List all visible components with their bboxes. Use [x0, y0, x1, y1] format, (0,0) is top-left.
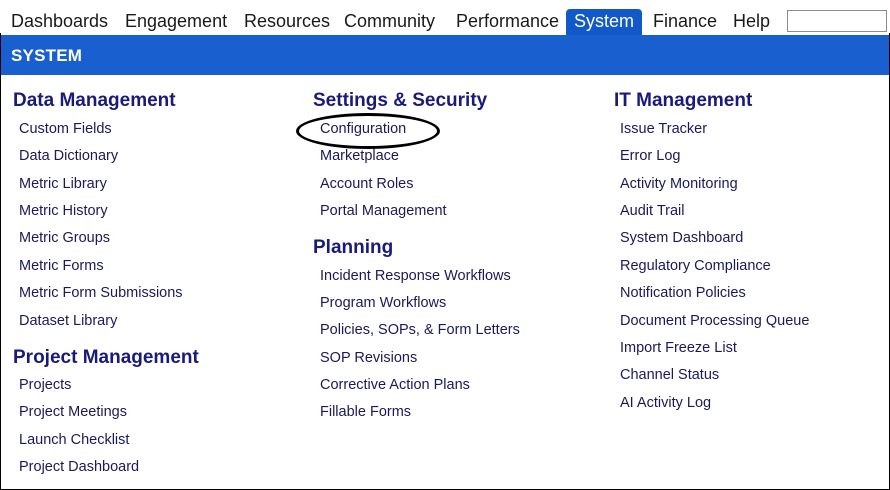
link-incident-response-workflows[interactable]: Incident Response Workflows — [320, 268, 511, 284]
heading-data-management: Data Management — [13, 90, 176, 111]
link-custom-fields[interactable]: Custom Fields — [19, 121, 112, 137]
link-issue-tracker[interactable]: Issue Tracker — [620, 121, 707, 137]
search-input[interactable] — [787, 10, 887, 32]
link-document-processing-queue[interactable]: Document Processing Queue — [620, 313, 809, 329]
link-fillable-forms[interactable]: Fillable Forms — [320, 404, 411, 420]
link-project-dashboard[interactable]: Project Dashboard — [19, 459, 139, 475]
link-system-dashboard[interactable]: System Dashboard — [620, 230, 743, 246]
link-account-roles[interactable]: Account Roles — [320, 176, 414, 192]
nav-performance[interactable]: Performance — [448, 9, 567, 33]
nav-system[interactable]: System — [566, 9, 643, 35]
link-metric-history[interactable]: Metric History — [19, 203, 108, 219]
link-metric-form-submissions[interactable]: Metric Form Submissions — [19, 285, 183, 301]
link-metric-forms[interactable]: Metric Forms — [19, 258, 104, 274]
link-sop-revisions[interactable]: SOP Revisions — [320, 350, 417, 366]
nav-help[interactable]: Help — [725, 9, 778, 33]
link-activity-monitoring[interactable]: Activity Monitoring — [620, 176, 738, 192]
nav-finance[interactable]: Finance — [645, 9, 725, 33]
link-projects[interactable]: Projects — [19, 377, 71, 393]
link-regulatory-compliance[interactable]: Regulatory Compliance — [620, 258, 771, 274]
link-marketplace[interactable]: Marketplace — [320, 148, 399, 164]
heading-settings-security: Settings & Security — [313, 90, 488, 111]
heading-planning: Planning — [313, 237, 394, 258]
section-title: SYSTEM — [11, 46, 83, 65]
link-project-meetings[interactable]: Project Meetings — [19, 404, 127, 420]
link-portal-management[interactable]: Portal Management — [320, 203, 447, 219]
link-error-log[interactable]: Error Log — [620, 148, 680, 164]
link-corrective-action-plans[interactable]: Corrective Action Plans — [320, 377, 470, 393]
heading-it-management: IT Management — [614, 90, 753, 111]
nav-resources[interactable]: Resources — [236, 9, 338, 33]
heading-project-management: Project Management — [13, 347, 199, 368]
link-metric-library[interactable]: Metric Library — [19, 176, 107, 192]
link-channel-status[interactable]: Channel Status — [620, 367, 719, 383]
nav-engagement[interactable]: Engagement — [117, 9, 235, 33]
link-launch-checklist[interactable]: Launch Checklist — [19, 432, 129, 448]
link-audit-trail[interactable]: Audit Trail — [620, 203, 684, 219]
link-dataset-library[interactable]: Dataset Library — [19, 313, 117, 329]
link-metric-groups[interactable]: Metric Groups — [19, 230, 110, 246]
link-program-workflows[interactable]: Program Workflows — [320, 295, 446, 311]
link-configuration[interactable]: Configuration — [320, 121, 406, 137]
link-notification-policies[interactable]: Notification Policies — [620, 285, 746, 301]
link-policies-sops-form-letters[interactable]: Policies, SOPs, & Form Letters — [320, 322, 520, 338]
section-header-bar: SYSTEM — [1, 35, 889, 75]
top-navigation: Dashboards Engagement Resources Communit… — [0, 0, 890, 35]
link-import-freeze-list[interactable]: Import Freeze List — [620, 340, 737, 356]
link-ai-activity-log[interactable]: AI Activity Log — [620, 395, 711, 411]
link-data-dictionary[interactable]: Data Dictionary — [19, 148, 118, 164]
nav-community[interactable]: Community — [336, 9, 443, 33]
nav-dashboards[interactable]: Dashboards — [3, 9, 116, 33]
